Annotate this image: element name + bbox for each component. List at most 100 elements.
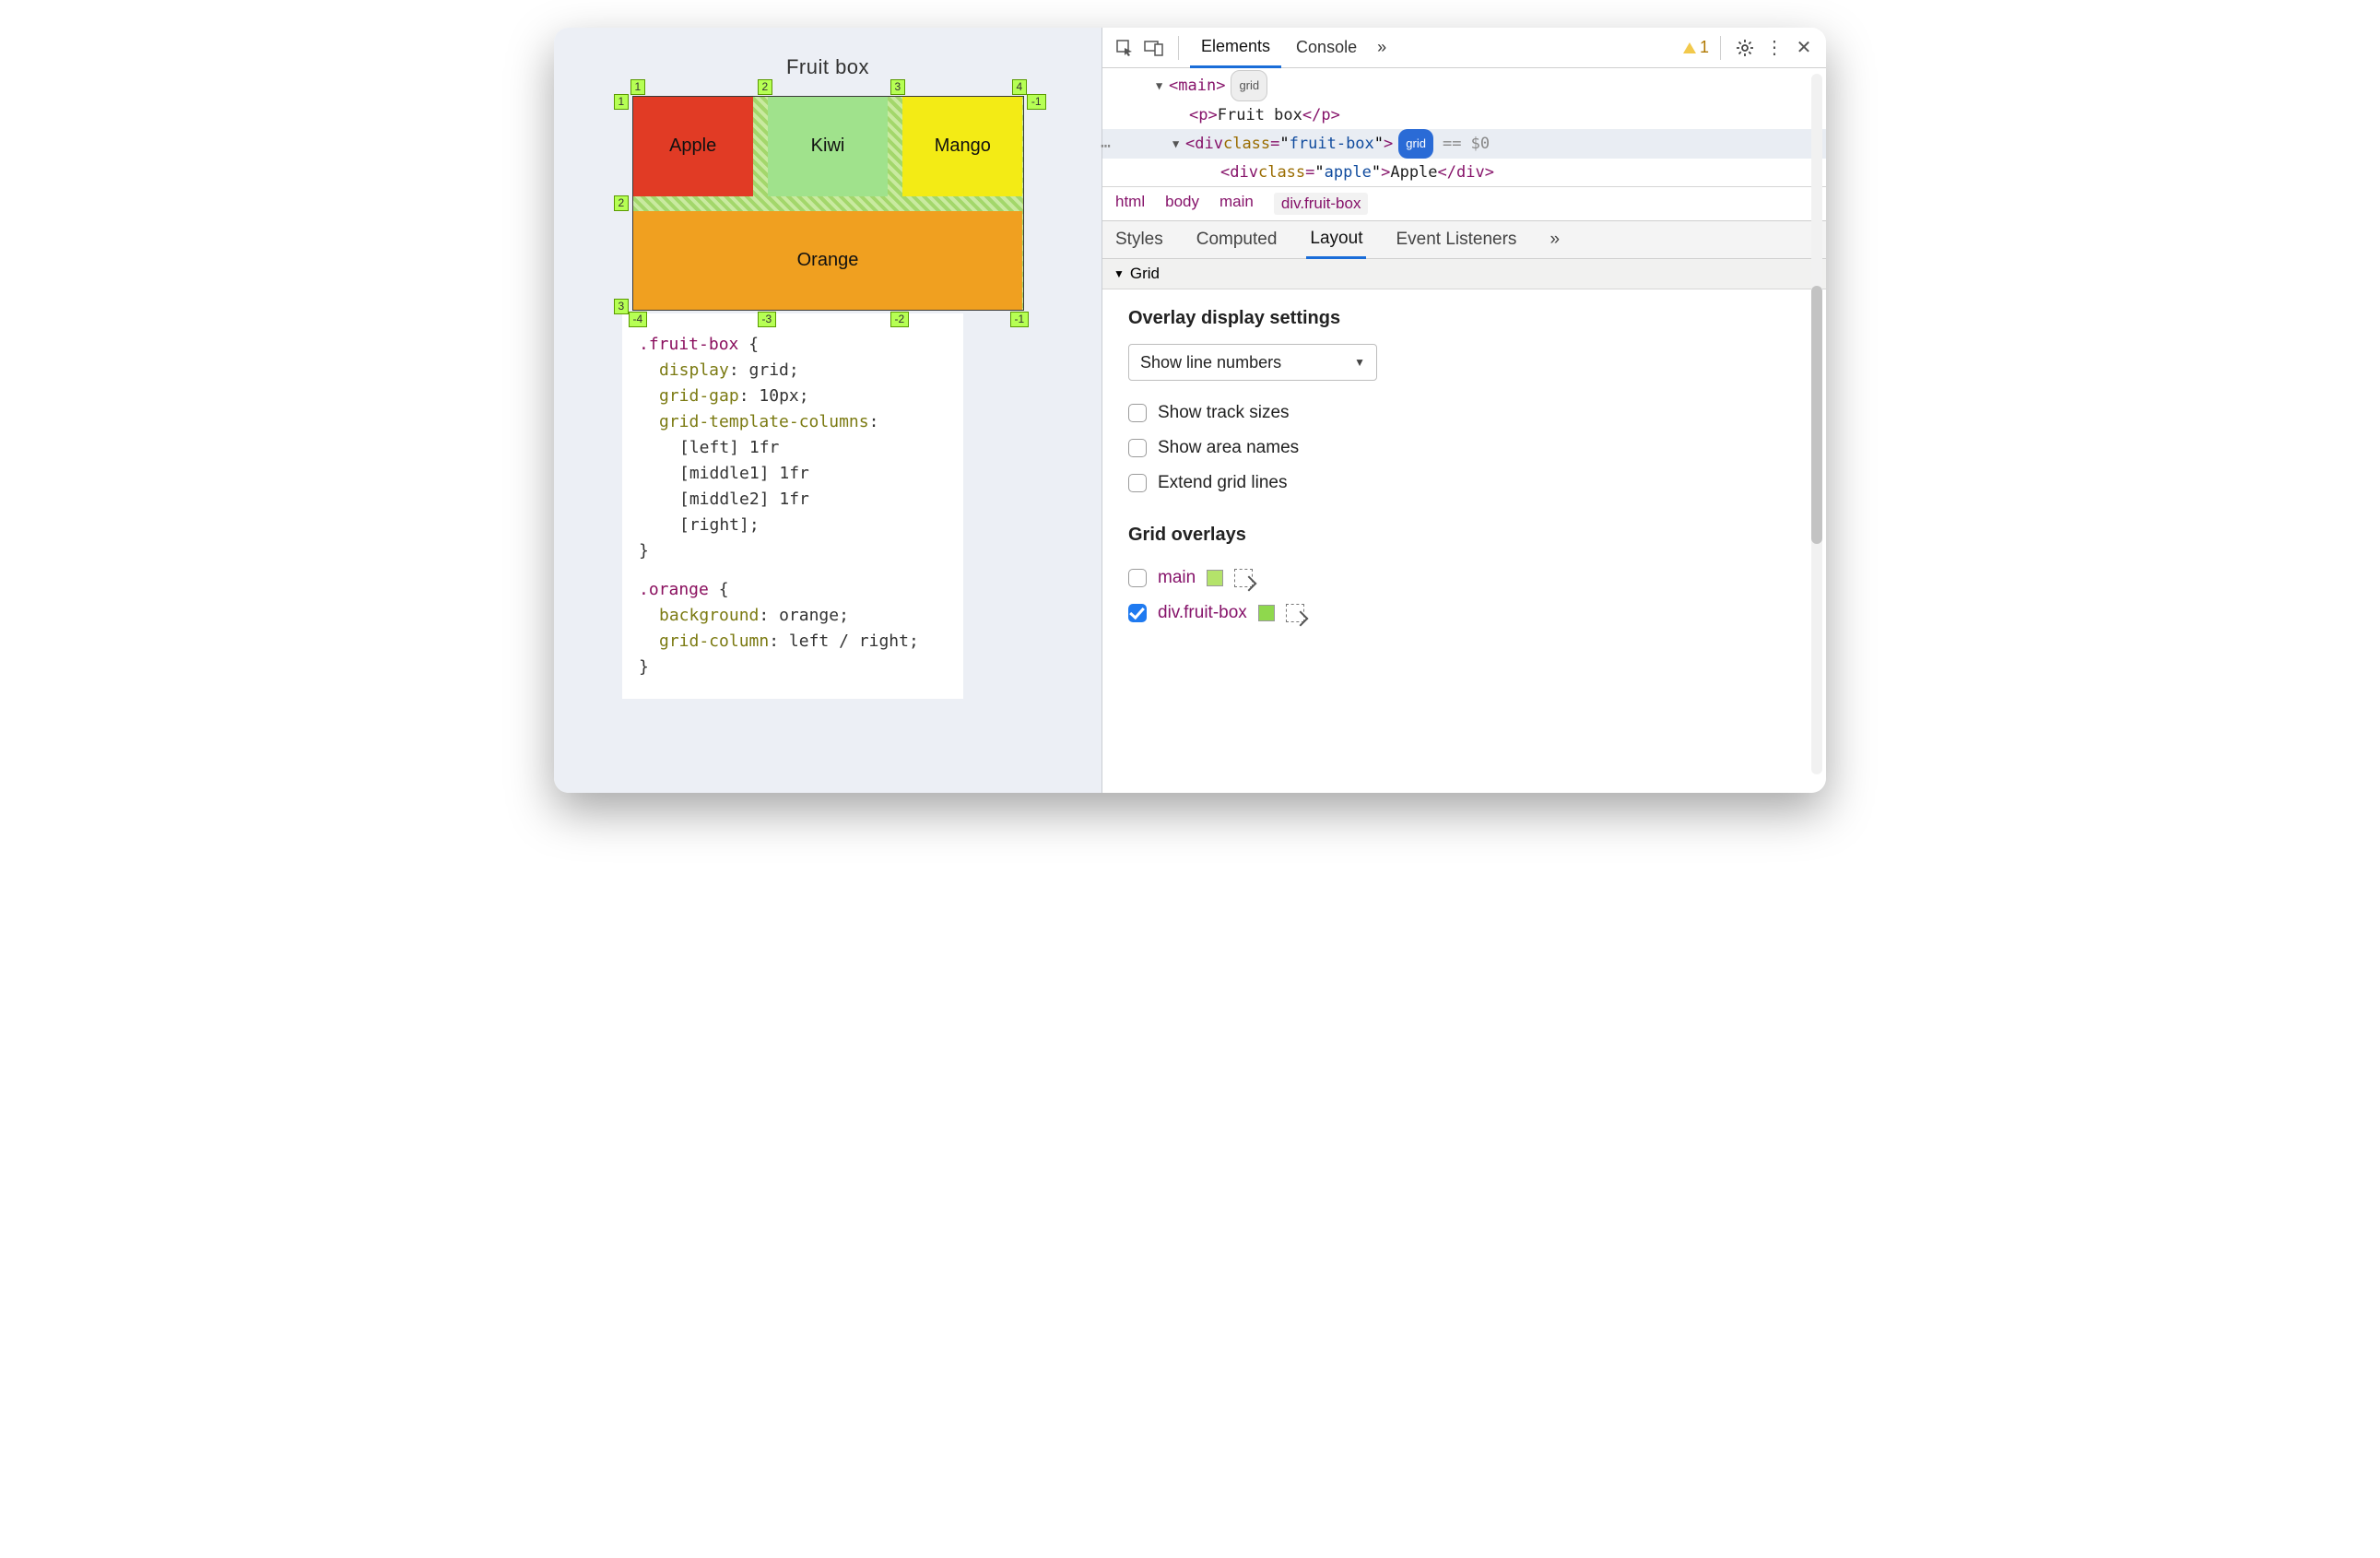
scrollbar[interactable] bbox=[1811, 74, 1822, 774]
device-toggle-icon[interactable] bbox=[1141, 35, 1167, 61]
grid-section-header[interactable]: ▼Grid bbox=[1102, 259, 1826, 289]
line-numbers-select[interactable]: Show line numbers ▼ bbox=[1128, 344, 1377, 381]
grid-badge[interactable]: grid bbox=[1231, 70, 1267, 101]
css-prop: grid-gap bbox=[659, 386, 739, 406]
attr-val: apple bbox=[1325, 159, 1372, 186]
page-title: Fruit box bbox=[609, 55, 1046, 79]
devtools-window: Fruit box Apple Kiwi Mango Orange 1 2 3 … bbox=[554, 28, 1826, 793]
inspect-icon[interactable] bbox=[1112, 35, 1137, 61]
warning-count: 1 bbox=[1700, 38, 1709, 57]
overlay-settings-heading: Overlay display settings bbox=[1128, 308, 1800, 329]
color-swatch[interactable] bbox=[1207, 570, 1223, 586]
css-code-card: .fruit-box { display: grid; grid-gap: 10… bbox=[622, 313, 963, 699]
line-num-top-2: 2 bbox=[758, 79, 773, 95]
grid-section-label: Grid bbox=[1130, 265, 1160, 283]
toolbar-sep bbox=[1178, 36, 1179, 60]
line-num-top-4: 4 bbox=[1012, 79, 1028, 95]
css-val: [right] bbox=[679, 515, 749, 535]
scrollbar-thumb[interactable] bbox=[1811, 286, 1822, 544]
close-icon[interactable]: ✕ bbox=[1791, 35, 1817, 61]
subtab-event[interactable]: Event Listeners bbox=[1392, 220, 1520, 259]
highlight-icon[interactable] bbox=[1286, 604, 1304, 622]
css-val: grid bbox=[749, 360, 789, 380]
option-label: Show track sizes bbox=[1158, 403, 1290, 423]
cell-apple: Apple bbox=[633, 97, 753, 196]
css-val: [middle2] 1fr bbox=[679, 490, 809, 509]
chevron-down-icon: ▼ bbox=[1354, 356, 1365, 369]
tag-name: main bbox=[1178, 72, 1216, 100]
dom-row-fruitbox[interactable]: ▼<div class="fruit-box"> grid == $0 bbox=[1102, 129, 1826, 159]
subtab-styles[interactable]: Styles bbox=[1112, 220, 1167, 259]
line-num-bot-3: -2 bbox=[890, 312, 910, 327]
subtab-computed[interactable]: Computed bbox=[1193, 220, 1281, 259]
css-val: 10px bbox=[759, 386, 798, 406]
devtools-toolbar: Elements Console » 1 ⋮ ✕ bbox=[1102, 28, 1826, 68]
dom-text: Fruit box bbox=[1218, 101, 1302, 129]
page-preview-pane: Fruit box Apple Kiwi Mango Orange 1 2 3 … bbox=[554, 28, 1102, 793]
styles-subtabs: Styles Computed Layout Event Listeners » bbox=[1102, 220, 1826, 259]
overlay-row-fruitbox[interactable]: div.fruit-box bbox=[1128, 596, 1800, 631]
css-val: orange bbox=[779, 606, 839, 625]
dom-text: Apple bbox=[1390, 159, 1437, 186]
option-label: Extend grid lines bbox=[1158, 473, 1287, 493]
dom-row-p[interactable]: <p>Fruit box</p> bbox=[1119, 101, 1826, 129]
css-val: left / right bbox=[789, 631, 909, 651]
subtab-overflow[interactable]: » bbox=[1546, 220, 1563, 259]
dom-row-apple[interactable]: <div class="apple">Apple</div> bbox=[1119, 159, 1826, 186]
warning-icon bbox=[1683, 42, 1696, 53]
option-extend-grid-lines[interactable]: Extend grid lines bbox=[1128, 466, 1800, 501]
select-value: Show line numbers bbox=[1140, 353, 1281, 372]
css-val: [middle1] 1fr bbox=[679, 464, 809, 483]
checkbox-checked[interactable] bbox=[1128, 604, 1147, 622]
css-selector-1: .fruit-box bbox=[639, 335, 738, 354]
crumb-main[interactable]: main bbox=[1219, 193, 1254, 215]
css-prop: background bbox=[659, 606, 759, 625]
selected-marker: == $0 bbox=[1443, 130, 1490, 158]
cell-mango: Mango bbox=[902, 97, 1022, 196]
subtab-layout[interactable]: Layout bbox=[1306, 220, 1366, 259]
kebab-icon[interactable]: ⋮ bbox=[1761, 35, 1787, 61]
css-prop: display bbox=[659, 360, 729, 380]
grid-overlays-heading: Grid overlays bbox=[1128, 525, 1800, 546]
line-num-right-1: -1 bbox=[1027, 94, 1046, 110]
highlight-icon[interactable] bbox=[1234, 569, 1253, 587]
tab-console[interactable]: Console bbox=[1285, 28, 1368, 68]
dom-tree[interactable]: ▼<main> grid <p>Fruit box</p> ▼<div clas… bbox=[1102, 68, 1826, 186]
css-prop: grid-column bbox=[659, 631, 769, 651]
overlay-row-main[interactable]: main bbox=[1128, 561, 1800, 596]
css-selector-2: .orange bbox=[639, 580, 709, 599]
cell-kiwi: Kiwi bbox=[768, 97, 888, 196]
attr-val: fruit-box bbox=[1290, 130, 1374, 158]
checkbox[interactable] bbox=[1128, 474, 1147, 492]
option-show-track-sizes[interactable]: Show track sizes bbox=[1128, 395, 1800, 431]
toolbar-sep bbox=[1720, 36, 1721, 60]
overlay-label: div.fruit-box bbox=[1158, 603, 1247, 623]
line-num-left-1: 1 bbox=[614, 94, 630, 110]
dom-row-main[interactable]: ▼<main> grid bbox=[1119, 70, 1826, 101]
fruit-grid: Apple Kiwi Mango Orange bbox=[633, 97, 1023, 310]
option-show-area-names[interactable]: Show area names bbox=[1128, 431, 1800, 466]
warnings-badge[interactable]: 1 bbox=[1683, 38, 1709, 57]
grid-badge-active[interactable]: grid bbox=[1398, 129, 1433, 159]
line-num-left-2: 2 bbox=[614, 195, 630, 211]
line-num-top-3: 3 bbox=[890, 79, 906, 95]
tab-elements[interactable]: Elements bbox=[1190, 28, 1281, 68]
option-label: Show area names bbox=[1158, 438, 1299, 458]
crumb-fruitbox[interactable]: div.fruit-box bbox=[1274, 193, 1369, 215]
css-prop: grid-template-columns bbox=[659, 412, 869, 431]
overlay-label: main bbox=[1158, 568, 1196, 588]
line-num-bot-1: -4 bbox=[629, 312, 648, 327]
gear-icon[interactable] bbox=[1732, 35, 1758, 61]
color-swatch[interactable] bbox=[1258, 605, 1275, 621]
crumb-body[interactable]: body bbox=[1165, 193, 1199, 215]
checkbox[interactable] bbox=[1128, 404, 1147, 422]
line-num-bot-4: -1 bbox=[1010, 312, 1030, 327]
tabs-overflow[interactable]: » bbox=[1372, 28, 1392, 68]
css-val: [left] 1fr bbox=[679, 438, 779, 457]
breadcrumb: html body main div.fruit-box bbox=[1102, 186, 1826, 220]
checkbox[interactable] bbox=[1128, 569, 1147, 587]
cell-orange: Orange bbox=[633, 211, 1023, 311]
crumb-html[interactable]: html bbox=[1115, 193, 1145, 215]
checkbox[interactable] bbox=[1128, 439, 1147, 457]
fruit-box-grid: Apple Kiwi Mango Orange bbox=[632, 96, 1024, 311]
